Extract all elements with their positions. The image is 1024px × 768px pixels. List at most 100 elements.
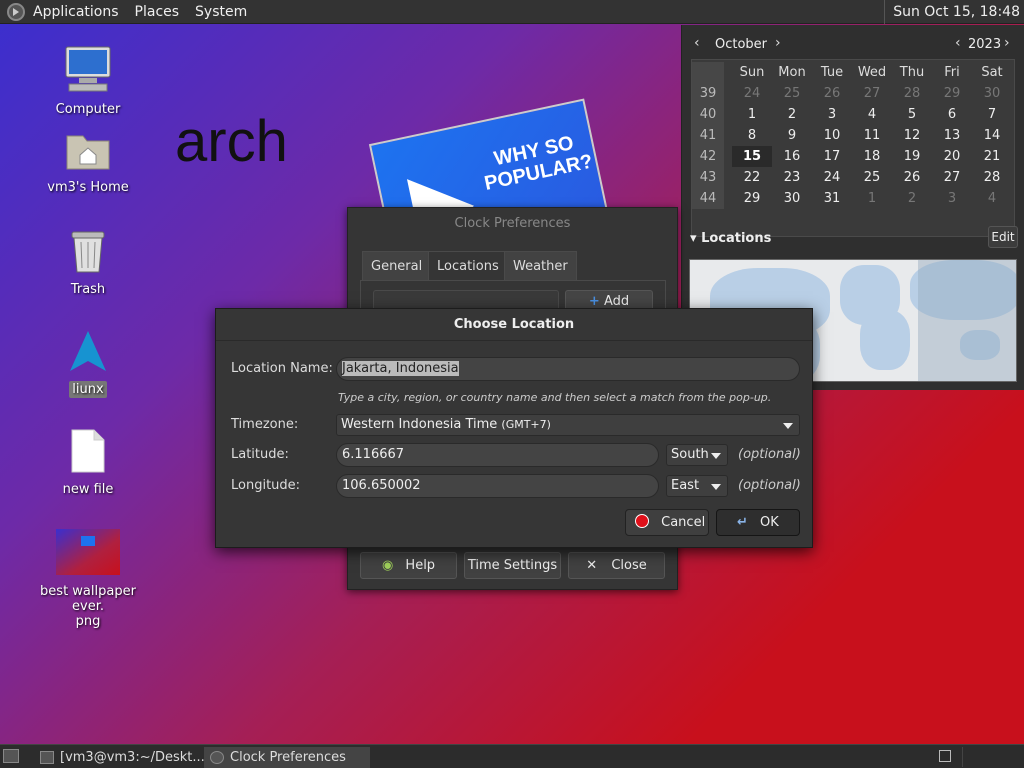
latitude-input[interactable]: 6.116667 — [336, 443, 659, 467]
calendar-day[interactable]: 4 — [972, 188, 1012, 209]
locations-expander[interactable]: ▾ Locations — [690, 231, 771, 246]
calendar-day[interactable]: 3 — [932, 188, 972, 209]
show-desktop-icon[interactable] — [3, 749, 19, 763]
desktop-icon-label: liunx — [69, 381, 107, 398]
calendar-day[interactable]: 30 — [972, 83, 1012, 104]
next-year-icon[interactable]: › — [1004, 35, 1010, 51]
taskbar-item-clock-preferences[interactable]: Clock Preferences — [204, 747, 370, 768]
next-month-icon[interactable]: › — [775, 35, 781, 51]
file-icon — [71, 429, 105, 473]
calendar-day[interactable]: 29 — [732, 188, 772, 209]
home-folder-icon — [66, 135, 110, 170]
calendar-day[interactable]: 25 — [852, 167, 892, 188]
cancel-button[interactable]: Cancel — [625, 509, 709, 536]
calendar-day[interactable]: 1 — [732, 104, 772, 125]
calendar-day[interactable]: 21 — [972, 146, 1012, 167]
help-icon: ◉ — [381, 558, 394, 573]
timezone-offset: (GMT+7) — [501, 418, 551, 431]
calendar-day[interactable]: 27 — [932, 167, 972, 188]
desktop-icon-computer[interactable]: Computer — [28, 44, 148, 117]
calendar-day-today[interactable]: 15 — [732, 146, 772, 167]
week-number: 41 — [692, 125, 724, 146]
prev-year-icon[interactable]: ‹ — [955, 35, 961, 51]
location-name-input[interactable]: Jakarta, Indonesia — [336, 357, 800, 381]
longitude-label: Longitude: — [231, 478, 301, 493]
help-button[interactable]: ◉ Help — [360, 552, 457, 579]
places-menu[interactable]: Places — [127, 4, 188, 20]
panel-clock[interactable]: Sun Oct 15, 18:48 — [884, 0, 1020, 24]
calendar-day[interactable]: 29 — [932, 83, 972, 104]
calendar-day[interactable]: 28 — [892, 83, 932, 104]
calendar-day[interactable]: 1 — [852, 188, 892, 209]
calendar-month: October — [715, 37, 768, 52]
desktop-icon-label: new file — [62, 482, 114, 497]
calendar-day[interactable]: 31 — [812, 188, 852, 209]
calendar-day[interactable]: 25 — [772, 83, 812, 104]
system-menu[interactable]: System — [187, 4, 255, 20]
close-button[interactable]: ✕ Close — [568, 552, 665, 579]
applications-menu[interactable]: Applications — [25, 4, 127, 20]
calendar-day[interactable]: 14 — [972, 125, 1012, 146]
calendar-day[interactable]: 10 — [812, 125, 852, 146]
calendar-day[interactable]: 26 — [812, 83, 852, 104]
calendar-day[interactable]: 3 — [812, 104, 852, 125]
calendar-day[interactable]: 8 — [732, 125, 772, 146]
window-title: Clock Preferences — [454, 216, 571, 231]
calendar-day[interactable]: 30 — [772, 188, 812, 209]
calendar-day[interactable]: 27 — [852, 83, 892, 104]
enter-icon: ↵ — [737, 515, 748, 530]
calendar-day[interactable]: 2 — [772, 104, 812, 125]
longitude-direction-select[interactable]: East — [666, 475, 728, 497]
tab-weather[interactable]: Weather — [504, 251, 577, 281]
calendar-day[interactable]: 7 — [972, 104, 1012, 125]
mate-logo-icon[interactable] — [7, 2, 25, 21]
calendar-day[interactable]: 6 — [932, 104, 972, 125]
longitude-input[interactable]: 106.650002 — [336, 474, 659, 498]
tab-general[interactable]: General — [362, 251, 432, 281]
workspace-switcher[interactable] — [962, 747, 1022, 767]
dropdown-arrow-icon — [711, 453, 721, 459]
locations-label: Locations — [701, 231, 772, 246]
calendar-day[interactable]: 28 — [972, 167, 1012, 188]
choose-location-dialog: Choose Location Location Name: Jakarta, … — [215, 308, 813, 548]
calendar-day[interactable]: 24 — [732, 83, 772, 104]
computer-icon — [65, 46, 111, 92]
calendar-day[interactable]: 24 — [812, 167, 852, 188]
week-number: 44 — [692, 188, 724, 209]
weekday-header: Sat — [981, 65, 1003, 80]
calendar-day[interactable]: 19 — [892, 146, 932, 167]
tab-locations[interactable]: Locations — [428, 251, 508, 281]
calendar-day[interactable]: 16 — [772, 146, 812, 167]
taskbar-item-label: [vm3@vm3:~/Deskt... — [60, 750, 205, 765]
tray-icon[interactable] — [939, 750, 951, 762]
latitude-direction-select[interactable]: South — [666, 444, 728, 466]
calendar-day[interactable]: 23 — [772, 167, 812, 188]
calendar-day[interactable]: 13 — [932, 125, 972, 146]
taskbar-item-terminal[interactable]: [vm3@vm3:~/Deskt... — [34, 747, 205, 768]
calendar-day[interactable]: 9 — [772, 125, 812, 146]
calendar-day[interactable]: 2 — [892, 188, 932, 209]
calendar-day[interactable]: 22 — [732, 167, 772, 188]
desktop-icon-trash[interactable]: Trash — [28, 228, 148, 297]
top-panel: Applications Places System Sun Oct 15, 1… — [0, 0, 1024, 24]
ok-button[interactable]: ↵ OK — [716, 509, 800, 536]
week-number: 40 — [692, 104, 724, 125]
calendar-day[interactable]: 4 — [852, 104, 892, 125]
calendar-day[interactable]: 17 — [812, 146, 852, 167]
desktop-icon-liunx[interactable]: liunx — [28, 328, 148, 398]
desktop-icon-wallpaper[interactable]: best wallpaper ever. png — [28, 528, 148, 629]
edit-button[interactable]: Edit — [988, 226, 1018, 248]
desktop-icon-new-file[interactable]: new file — [28, 428, 148, 497]
prev-month-icon[interactable]: ‹ — [694, 35, 700, 51]
calendar-day[interactable]: 11 — [852, 125, 892, 146]
calendar-day[interactable]: 26 — [892, 167, 932, 188]
desktop-icon-home[interactable]: vm3's Home — [28, 128, 148, 195]
time-settings-button[interactable]: Time Settings — [464, 552, 561, 579]
calendar-day[interactable]: 20 — [932, 146, 972, 167]
ok-label: OK — [760, 515, 779, 530]
calendar-day[interactable]: 12 — [892, 125, 932, 146]
timezone-select[interactable]: Western Indonesia Time (GMT+7) — [336, 414, 800, 436]
image-file-icon — [56, 529, 120, 575]
calendar-day[interactable]: 5 — [892, 104, 932, 125]
calendar-day[interactable]: 18 — [852, 146, 892, 167]
